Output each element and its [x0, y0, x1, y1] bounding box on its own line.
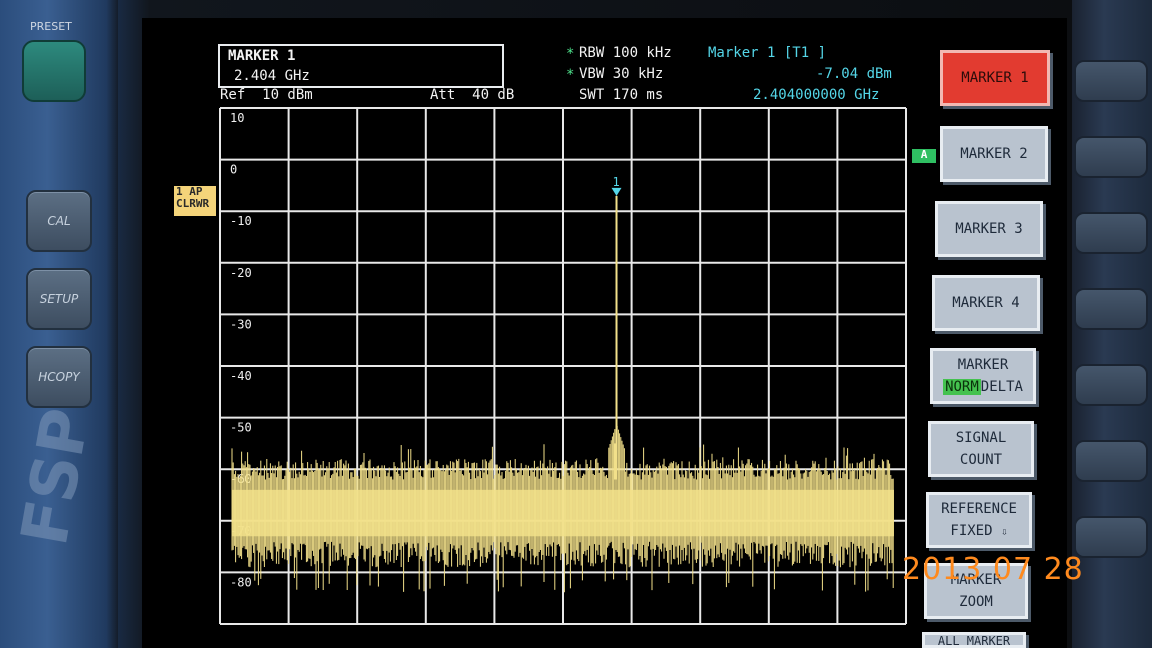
instrument-left-panel: PRESET CAL SETUP HCOPY FSP — [0, 0, 118, 648]
softkey-marker-label: MARKER — [957, 357, 1009, 373]
softkey-hw-3[interactable] — [1074, 212, 1148, 254]
softkey-hw-1[interactable] — [1074, 60, 1148, 102]
softkey-marker-2-label: MARKER 2 — [960, 146, 1028, 162]
submenu-arrow-icon: ⇩ — [1000, 525, 1008, 538]
norm-indicator: NORM — [943, 379, 981, 395]
y-tick-label: -10 — [230, 214, 252, 228]
vbw: VBW 30 kHz — [579, 66, 664, 82]
cal-button[interactable]: CAL — [26, 190, 92, 252]
setup-button[interactable]: SETUP — [26, 268, 92, 330]
trace-a-badge: A — [912, 149, 936, 163]
marker-level: -7.04 dBm — [816, 66, 892, 82]
marker-frequency: 2.404000000 GHz — [753, 87, 880, 103]
marker-box-value: 2.404 GHz — [234, 68, 310, 84]
softkey-all-marker[interactable]: ALL MARKER — [922, 632, 1026, 648]
softkey-marker-4[interactable]: MARKER 4 — [932, 275, 1040, 331]
attenuation: Att 40 dB — [430, 87, 515, 103]
rbw: RBW 100 kHz — [579, 45, 672, 61]
y-tick-label: -30 — [230, 317, 252, 331]
softkey-reference-fixed[interactable]: REFERENCE FIXED ⇩ — [926, 492, 1032, 548]
softkey-hw-6[interactable] — [1074, 440, 1148, 482]
preset-label: PRESET — [30, 20, 72, 33]
marker-box-title: MARKER 1 — [228, 48, 296, 64]
ref-level: Ref 10 dBm — [220, 87, 313, 103]
rbw-star: * — [566, 46, 575, 62]
trace-noise-band — [232, 489, 894, 537]
softkey-count-label: COUNT — [959, 452, 1003, 468]
preset-button[interactable] — [22, 40, 86, 102]
softkey-hw-7[interactable] — [1074, 516, 1148, 558]
y-tick-label: 0 — [230, 163, 237, 177]
marker-info: Marker 1 [T1 ] — [708, 45, 827, 61]
instrument-right-rail — [1072, 0, 1152, 648]
softkey-marker-4-label: MARKER 4 — [952, 295, 1020, 311]
vbw-star: * — [566, 67, 575, 83]
trace-badge: 1 AP CLRWR — [174, 186, 216, 216]
softkey-marker-norm-delta[interactable]: MARKER NORM DELTA — [930, 348, 1036, 404]
y-tick-label: -40 — [230, 369, 252, 383]
y-tick-label: -80 — [230, 575, 252, 589]
delta-indicator: DELTA — [980, 379, 1023, 395]
softkey-fixed-label: FIXED — [950, 523, 993, 539]
brand-logo: FSP — [8, 403, 105, 551]
softkey-hw-4[interactable] — [1074, 288, 1148, 330]
date-stamp: 2013 07 28 — [902, 552, 1084, 587]
y-tick-label: -50 — [230, 421, 252, 435]
y-tick-label: -20 — [230, 266, 252, 280]
marker-1-symbol — [611, 187, 622, 196]
softkey-signal-count[interactable]: SIGNAL COUNT — [928, 421, 1034, 477]
softkey-hw-2[interactable] — [1074, 136, 1148, 178]
y-tick-label: 10 — [230, 111, 244, 125]
softkey-marker-2[interactable]: MARKER 2 — [940, 126, 1048, 182]
softkey-marker-1[interactable]: MARKER 1 — [940, 50, 1050, 106]
softkey-all-marker-label: ALL MARKER — [937, 634, 1011, 648]
softkey-marker-1-label: MARKER 1 — [961, 70, 1029, 86]
softkey-marker-3[interactable]: MARKER 3 — [935, 201, 1043, 257]
marker-1-label: 1 — [613, 175, 620, 189]
softkey-reference-label: REFERENCE — [941, 501, 1017, 517]
softkey-marker-3-label: MARKER 3 — [955, 221, 1023, 237]
softkey-signal-label: SIGNAL — [955, 430, 1007, 446]
softkey-zoom-label: ZOOM — [959, 594, 993, 610]
trace-mode: CLRWR — [176, 197, 210, 210]
spectrum-plot: 100-10-20-30-40-50-60-70-80-901 — [219, 107, 907, 625]
hcopy-button[interactable]: HCOPY — [26, 346, 92, 408]
softkey-hw-5[interactable] — [1074, 364, 1148, 406]
sweep-time: SWT 170 ms — [579, 87, 664, 103]
marker-readout-box: MARKER 1 2.404 GHz — [218, 44, 504, 88]
